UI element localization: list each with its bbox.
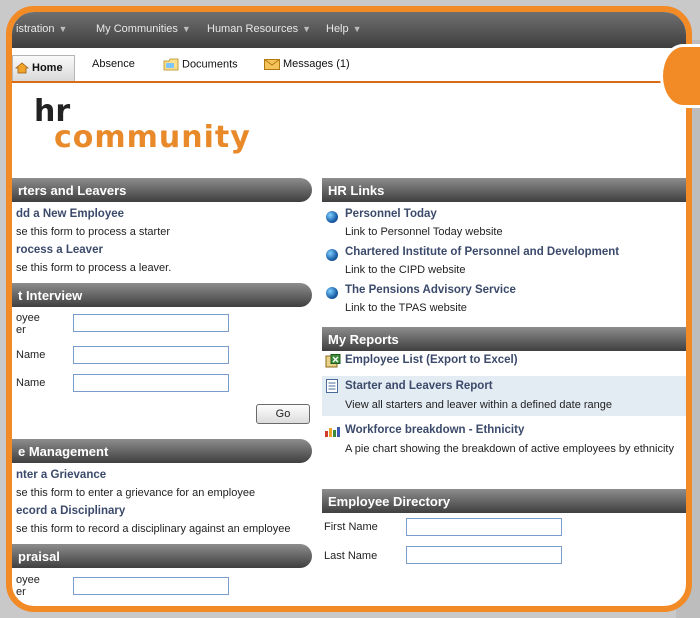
appraisal-employee-label-2: er [16, 586, 26, 598]
chevron-down-icon: ▼ [181, 24, 191, 34]
directory-first-name-label: First Name [324, 521, 378, 533]
orange-tab-marker [660, 44, 700, 108]
hr-link-desc: Link to Personnel Today website [345, 226, 503, 238]
hr-links-header: HR Links [322, 178, 686, 202]
hr-link-title[interactable]: The Pensions Advisory Service [345, 284, 516, 296]
hr-link-title[interactable]: Chartered Institute of Personnel and Dev… [345, 246, 619, 258]
excel-export-icon [325, 354, 341, 368]
globe-icon [326, 287, 338, 299]
directory-last-name-input[interactable] [406, 546, 562, 564]
appraisal-employee-input[interactable] [73, 577, 229, 595]
process-leaver-desc: se this form to process a leaver. [16, 262, 172, 274]
my-reports-header: My Reports [322, 327, 686, 351]
directory-first-name-input[interactable] [406, 518, 562, 536]
menu-human-resources[interactable]: Human Resources ▼ [207, 23, 311, 35]
last-name-input[interactable] [73, 374, 229, 392]
globe-icon [326, 249, 338, 261]
appraisal-second-input[interactable] [73, 609, 229, 612]
add-employee-link[interactable]: dd a New Employee [16, 208, 124, 220]
chevron-down-icon: ▼ [58, 24, 68, 34]
menu-administration[interactable]: istration ▼ [16, 23, 67, 35]
menu-help[interactable]: Help ▼ [326, 23, 362, 35]
record-disciplinary-desc: se this form to record a disciplinary ag… [16, 523, 291, 535]
appraisal-employee-label: oyee [16, 574, 40, 586]
employee-directory-header: Employee Directory [322, 489, 686, 513]
hr-link-desc: Link to the CIPD website [345, 264, 466, 276]
home-icon [15, 62, 29, 74]
folder-icon [163, 58, 179, 71]
report-title[interactable]: Starter and Leavers Report [345, 380, 493, 392]
tab-absence[interactable]: Absence [92, 58, 135, 70]
case-management-header: e Management [12, 439, 312, 463]
process-leaver-link[interactable]: rocess a Leaver [16, 244, 103, 256]
first-name-input[interactable] [73, 346, 229, 364]
employee-number-label: oyee [16, 312, 40, 324]
add-employee-desc: se this form to process a starter [16, 226, 171, 238]
employee-number-input[interactable] [73, 314, 229, 332]
tab-bar: Home Absence Documents Messages (1) [12, 48, 686, 83]
hr-link-title[interactable]: Personnel Today [345, 208, 437, 220]
exit-interview-header: t Interview [12, 283, 312, 307]
logo-community-text: community [54, 120, 251, 155]
go-button[interactable]: Go [256, 404, 310, 424]
tab-documents[interactable]: Documents [163, 58, 238, 71]
screenshot-frame: istration ▼ My Communities ▼ Human Resourc… [0, 0, 700, 618]
appraisal-header: praisal [12, 544, 312, 568]
report-desc: A pie chart showing the breakdown of act… [345, 443, 674, 455]
top-menubar: istration ▼ My Communities ▼ Human Resourc… [12, 12, 686, 48]
globe-icon [326, 211, 338, 223]
tab-messages[interactable]: Messages (1) [264, 58, 350, 70]
hr-link-desc: Link to the TPAS website [345, 302, 467, 314]
directory-last-name-label: Last Name [324, 550, 378, 562]
chevron-down-icon: ▼ [352, 24, 362, 34]
bar-chart-icon [325, 427, 340, 437]
report-title[interactable]: Workforce breakdown - Ethnicity [345, 424, 524, 436]
record-disciplinary-link[interactable]: ecord a Disciplinary [16, 505, 125, 517]
envelope-icon [264, 58, 280, 70]
enter-grievance-desc: se this form to enter a grievance for an… [16, 487, 256, 499]
starters-leavers-header: rters and Leavers [12, 178, 312, 202]
employee-number-label-2: er [16, 324, 26, 336]
report-title[interactable]: Employee List (Export to Excel) [345, 354, 518, 366]
first-name-label: Name [16, 349, 46, 361]
report-desc: View all starters and leaver within a de… [345, 399, 613, 411]
last-name-label: Name [16, 377, 46, 389]
menu-my-communities[interactable]: My Communities ▼ [96, 23, 191, 35]
enter-grievance-link[interactable]: nter a Grievance [16, 469, 106, 481]
tab-home[interactable]: Home [12, 55, 75, 81]
browser-panel: istration ▼ My Communities ▼ Human Resourc… [6, 6, 692, 612]
report-document-icon [326, 379, 338, 393]
chevron-down-icon: ▼ [302, 24, 312, 34]
